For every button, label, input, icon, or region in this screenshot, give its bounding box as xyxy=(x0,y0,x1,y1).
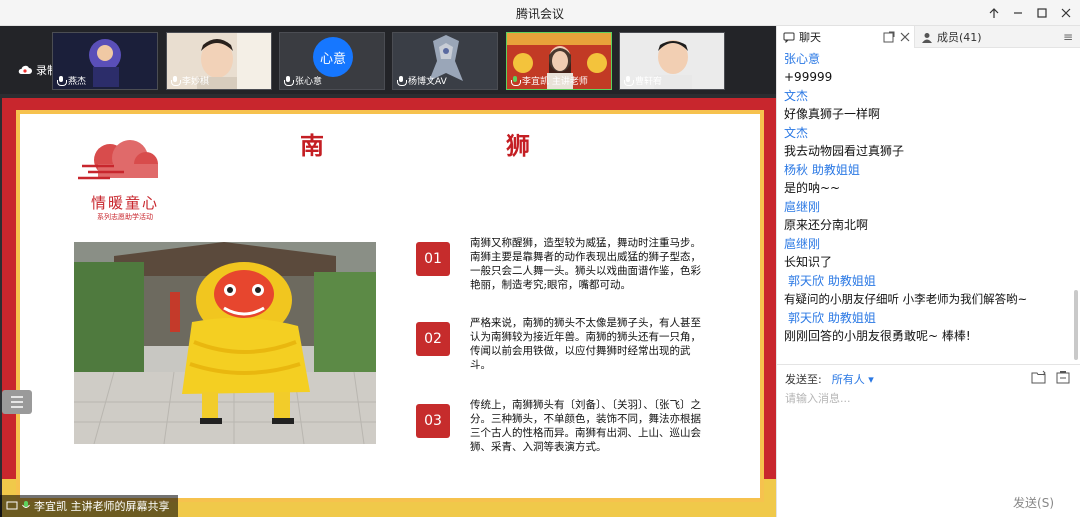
screen-share-label: 李宜凯 主讲老师的屏幕共享 xyxy=(0,495,178,517)
chat-icon xyxy=(783,32,795,43)
tab-members-label: 成员(41) xyxy=(937,31,982,44)
participant-name: 曹轩宥 xyxy=(635,77,663,87)
minimize-icon[interactable] xyxy=(1008,3,1028,23)
cloud-logo-icon xyxy=(78,140,158,180)
send-to-select[interactable]: 所有人 ▾ xyxy=(832,371,874,387)
screen-share-icon xyxy=(6,501,18,510)
chat-text: 好像真狮子一样啊 xyxy=(784,107,881,121)
mic-icon xyxy=(171,75,181,86)
participant-name: 张心意 xyxy=(295,77,323,87)
shared-screen: 南 狮 情暖童心 系列志愿助学活动 01 南狮又称醒狮，造型较为威猛，舞动时注重… xyxy=(2,98,776,517)
send-to: 发送至: 所有人 ▾ xyxy=(785,371,874,387)
maximize-icon[interactable] xyxy=(1032,3,1052,23)
chat-sender: 扈继刚 xyxy=(784,237,821,251)
chat-text: 有疑问的小朋友仔细听 小李老师为我们解答哟~ xyxy=(784,292,1028,306)
input-divider xyxy=(777,364,1080,365)
participant-name: 李妙棋 xyxy=(182,77,210,87)
chat-messages: 张心意 +99999 文杰 好像真狮子一样啊 文杰 我去动物园看过真狮子 杨秋 … xyxy=(784,50,1074,346)
item-text: 严格来说，南狮的狮头不太像是狮子头，有人甚至认为南狮较为接近年兽。南狮的狮头还有… xyxy=(470,317,701,371)
chat-sender: 郭天欣 助教姐姐 xyxy=(788,311,876,325)
slide-title: 南 狮 xyxy=(300,126,530,161)
item-number-badge: 01 xyxy=(416,242,450,276)
meeting-area: 录制中 燕杰 李妙棋 心意 张心意 杨博文AV 李宜凯 主讲老师 曹轩宥 xyxy=(0,26,776,517)
chat-text: 原来还分南北啊 xyxy=(784,218,869,232)
tab-chat[interactable]: 聊天 xyxy=(777,26,915,48)
chat-sender: 扈继刚 xyxy=(784,200,821,214)
chat-sender: 杨秋 助教姐姐 xyxy=(784,163,860,177)
panel-menu-icon[interactable]: ≡ xyxy=(1063,30,1073,44)
item-text: 传统上，南狮狮头有〔刘备〕、〔关羽〕、〔张飞〕之分。三种狮头，不单颜色，装饰不同… xyxy=(470,399,701,453)
chat-sender: 文杰 xyxy=(784,89,809,103)
send-to-label: 发送至: xyxy=(785,373,822,386)
item-number-badge: 02 xyxy=(416,322,450,356)
send-button[interactable]: 发送(S) xyxy=(1013,494,1054,511)
participant-tile-3[interactable]: 心意 张心意 xyxy=(279,32,385,90)
members-icon xyxy=(922,32,932,43)
mic-active-icon xyxy=(22,501,30,508)
mic-icon xyxy=(284,75,294,86)
avatar: 心意 xyxy=(313,37,353,77)
chat-sender: 郭天欣 助教姐姐 xyxy=(788,274,876,288)
chat-text: 长知识了 xyxy=(784,255,833,269)
message-input[interactable]: 请输入消息... xyxy=(785,390,851,406)
participant-tile-6[interactable]: 曹轩宥 xyxy=(619,32,725,90)
logo: 情暖童心 系列志愿助学活动 xyxy=(70,136,180,224)
window-title: 腾讯会议 xyxy=(515,7,564,21)
tab-chat-label: 聊天 xyxy=(799,31,821,44)
mic-active-icon xyxy=(511,75,521,86)
participant-tile-5[interactable]: 李宜凯 主讲老师 xyxy=(506,32,612,90)
mic-icon xyxy=(57,75,67,86)
screen-share-text: 李宜凯 主讲老师的屏幕共享 xyxy=(34,500,170,513)
close-icon[interactable] xyxy=(1056,3,1076,23)
chat-scrollbar[interactable] xyxy=(1074,290,1078,360)
chat-text: 是的呐~~ xyxy=(784,181,841,195)
participant-name: 杨博文AV xyxy=(408,77,447,87)
slide-title-left: 南 xyxy=(300,131,324,160)
participant-tile-4[interactable]: 杨博文AV xyxy=(392,32,498,90)
list-icon xyxy=(11,396,23,408)
pin-icon[interactable] xyxy=(984,3,1004,23)
chat-text: 我去动物园看过真狮子 xyxy=(784,144,905,158)
chat-text: 刚刚回答的小朋友很勇敢呢~ 棒棒! xyxy=(784,329,971,343)
participant-name: 李宜凯 主讲老师 xyxy=(522,77,588,87)
close-chat-icon[interactable] xyxy=(899,31,911,43)
cloud-record-icon xyxy=(18,65,32,74)
popout-icon[interactable] xyxy=(883,31,895,43)
item-number-badge: 03 xyxy=(416,404,450,438)
lion-dance-photo xyxy=(74,242,376,444)
participant-name: 燕杰 xyxy=(68,77,87,87)
slide-title-right: 狮 xyxy=(506,131,530,160)
screenshot-icon[interactable] xyxy=(1055,370,1071,384)
video-strip: 录制中 燕杰 李妙棋 心意 张心意 杨博文AV 李宜凯 主讲老师 曹轩宥 xyxy=(0,26,776,94)
send-to-value: 所有人 xyxy=(831,373,865,386)
chat-sender: 张心意 xyxy=(784,52,821,66)
panel-tabs: 聊天 成员(41) ≡ xyxy=(777,26,1080,48)
participant-tile-1[interactable]: 燕杰 xyxy=(52,32,158,90)
logo-sub-text: 系列志愿助学活动 xyxy=(97,213,153,221)
title-bar: 腾讯会议 xyxy=(0,0,1080,26)
side-panel: 聊天 成员(41) ≡ 张心意 +99999 文杰 好像真狮子一样啊 文杰 我去… xyxy=(776,26,1080,517)
list-toggle-button[interactable] xyxy=(2,390,32,414)
chat-text: +99999 xyxy=(784,70,833,84)
slide: 南 狮 情暖童心 系列志愿助学活动 01 南狮又称醒狮，造型较为威猛，舞动时注重… xyxy=(16,110,764,502)
mic-icon xyxy=(397,75,407,86)
item-text: 南狮又称醒狮，造型较为威猛，舞动时注重马步。南狮主要是靠舞者的动作表现出威猛的狮… xyxy=(470,237,701,291)
chat-sender: 文杰 xyxy=(784,126,809,140)
tab-members[interactable]: 成员(41) xyxy=(915,26,1055,48)
file-icon[interactable] xyxy=(1031,370,1047,384)
participant-tile-2[interactable]: 李妙棋 xyxy=(166,32,272,90)
mic-icon xyxy=(624,75,634,86)
logo-main-text: 情暖童心 xyxy=(90,194,159,212)
